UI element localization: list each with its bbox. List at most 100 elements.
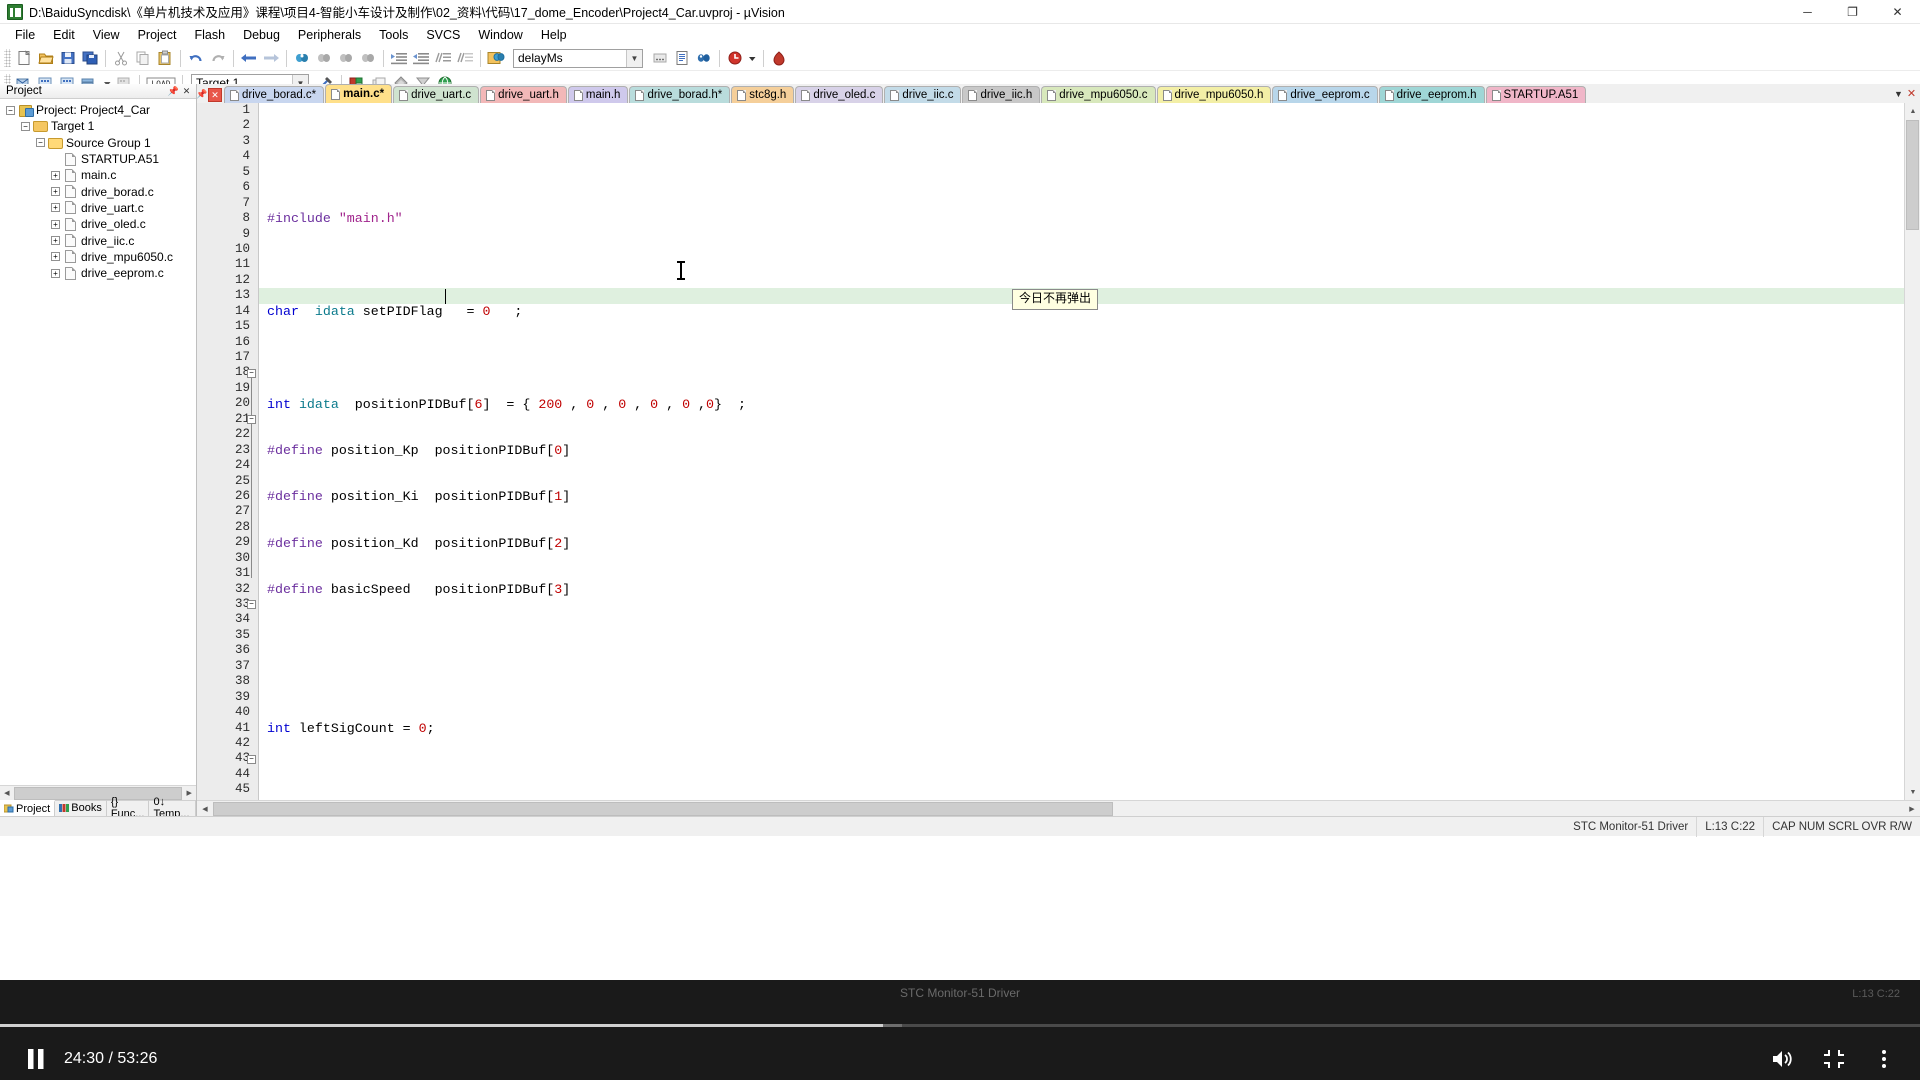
editor-tab-drive-iic-c[interactable]: drive_iic.c [884,86,962,103]
cut-icon[interactable] [110,48,132,69]
tree-node-file-drive-mpu6050[interactable]: + drive_mpu6050.c [0,249,196,265]
menu-svcs[interactable]: SVCS [417,25,469,45]
expander-icon[interactable]: − [21,121,30,131]
fold-marker-33[interactable]: − [247,600,256,609]
scroll-left-arrow-icon[interactable]: ◀ [197,802,213,816]
uncomment-icon[interactable] [454,48,476,69]
tooltip-popup[interactable]: 今日不再弹出 [1012,289,1099,311]
tree-node-project[interactable]: − Project: Project4_Car [0,102,196,118]
more-options-button[interactable] [1866,1041,1902,1077]
tree-node-file-startup[interactable]: STARTUP.A51 [0,151,196,167]
editor-tab-drive-mpu6050-c[interactable]: drive_mpu6050.c [1041,86,1156,103]
editor-tab-drive-eeprom-h[interactable]: drive_eeprom.h [1378,86,1485,103]
editor-tab-main-h[interactable]: main.h [567,86,629,103]
editor-tab-drive-borad-c[interactable]: drive_borad.c* [224,86,325,103]
pane-tab-books[interactable]: Books [55,800,107,816]
editor-tab-drive-iic-h[interactable]: drive_iic.h [962,86,1041,103]
tabstrip-pin-icon[interactable]: 📌 [197,86,208,103]
pane-close-button[interactable]: ✕ [180,85,193,98]
copy-icon[interactable] [132,48,154,69]
bookmark-toggle-icon[interactable] [291,48,313,69]
expander-icon[interactable]: + [51,170,60,180]
expander-icon[interactable]: + [51,187,60,197]
editor-tab-drive-oled-c[interactable]: drive_oled.c [795,86,884,103]
chevron-down-icon[interactable]: ▼ [626,49,642,67]
menu-edit[interactable]: Edit [44,25,84,45]
expander-icon[interactable]: + [51,219,60,229]
debug-dropdown-icon[interactable] [746,48,759,69]
menu-view[interactable]: View [84,25,129,45]
tabstrip-close-doc-icon[interactable]: ✕ [1905,85,1918,102]
scroll-down-arrow-icon[interactable]: ▼ [1905,784,1920,800]
expander-icon[interactable]: + [51,252,60,262]
tree-node-file-drive-uart[interactable]: + drive_uart.c [0,200,196,216]
editor-tab-drive-mpu6050-h[interactable]: drive_mpu6050.h [1156,86,1272,103]
minimize-button[interactable]: ─ [1785,0,1830,24]
tree-node-file-main[interactable]: + main.c [0,167,196,183]
scroll-up-arrow-icon[interactable]: ▲ [1905,103,1920,119]
close-button[interactable]: ✕ [1875,0,1920,24]
pane-pin-button[interactable]: 📌 [167,85,180,98]
scroll-left-arrow-icon[interactable]: ◀ [0,786,14,800]
menu-file[interactable]: File [6,25,44,45]
fold-marker-43[interactable]: − [247,755,256,764]
navigate-back-icon[interactable] [238,48,260,69]
editor-hscrollbar[interactable]: ◀ ▶ [197,800,1920,816]
expander-icon[interactable]: − [6,105,15,115]
tree-node-file-drive-iic[interactable]: + drive_iic.c [0,232,196,248]
fold-marker-21[interactable]: − [247,415,256,424]
pane-tab-templates[interactable]: 0↓ Temp... [149,796,196,820]
save-all-icon[interactable] [79,48,101,69]
paste-icon[interactable] [154,48,176,69]
editor-vscrollbar[interactable]: ▲ ▼ [1904,103,1920,800]
bookmark-next-icon[interactable] [335,48,357,69]
tabstrip-close-icon[interactable]: ✕ [208,88,222,102]
pane-tab-project[interactable]: Project [0,800,56,816]
toolbar-grip[interactable] [4,49,11,67]
comment-icon[interactable] [432,48,454,69]
document-properties-icon[interactable] [671,48,693,69]
volume-button[interactable] [1766,1041,1802,1077]
code-editor[interactable]: 1 2 3 4 5 6 7 8 9 10 11 12 13 14 15 16 1… [197,103,1920,800]
save-icon[interactable] [57,48,79,69]
bookmark-prev-icon[interactable] [313,48,335,69]
redo-icon[interactable] [207,48,229,69]
vscroll-thumb[interactable] [1906,120,1919,230]
menu-tools[interactable]: Tools [370,25,417,45]
expander-icon[interactable]: + [51,203,60,213]
video-progress-bar[interactable] [0,1024,1920,1027]
expander-icon[interactable]: + [51,236,60,246]
find-next-icon[interactable] [649,48,671,69]
menu-help[interactable]: Help [532,25,576,45]
tabstrip-scroll-down-icon[interactable]: ▼ [1892,85,1905,102]
tree-node-file-drive-eeprom[interactable]: + drive_eeprom.c [0,265,196,281]
pane-tab-functions[interactable]: {} Func... [107,796,150,820]
undo-icon[interactable] [185,48,207,69]
tree-node-file-drive-borad[interactable]: + drive_borad.c [0,183,196,199]
indent-increase-icon[interactable] [388,48,410,69]
editor-hscroll-thumb[interactable] [213,801,1113,816]
editor-tab-drive-uart-c[interactable]: drive_uart.c [393,86,480,103]
open-file-icon[interactable] [35,48,57,69]
editor-tab-startup-a51[interactable]: STARTUP.A51 [1485,86,1587,103]
new-file-icon[interactable] [13,48,35,69]
tree-node-target[interactable]: − Target 1 [0,118,196,134]
menu-flash[interactable]: Flash [185,25,234,45]
fold-marker-18[interactable]: − [247,369,256,378]
indent-decrease-icon[interactable] [410,48,432,69]
maximize-button[interactable]: ❐ [1830,0,1875,24]
code-text[interactable]: #include "main.h" char idata setPIDFlag … [259,103,1904,800]
find-combo[interactable]: delayMs ▼ [513,48,643,68]
pause-button[interactable] [18,1041,54,1077]
fullscreen-exit-button[interactable] [1816,1041,1852,1077]
editor-tab-drive-borad-h[interactable]: drive_borad.h* [629,86,731,103]
scroll-right-arrow-icon[interactable]: ▶ [1904,802,1920,816]
editor-tab-stc8g-h[interactable]: stc8g.h [731,86,795,103]
menu-peripherals[interactable]: Peripherals [289,25,370,45]
editor-tab-drive-eeprom-c[interactable]: drive_eeprom.c [1272,86,1378,103]
navigate-forward-icon[interactable] [260,48,282,69]
expander-icon[interactable]: − [36,138,45,148]
editor-tab-drive-uart-h[interactable]: drive_uart.h [480,86,567,103]
tree-node-source-group[interactable]: − Source Group 1 [0,135,196,151]
configure-target-icon[interactable] [768,48,790,69]
